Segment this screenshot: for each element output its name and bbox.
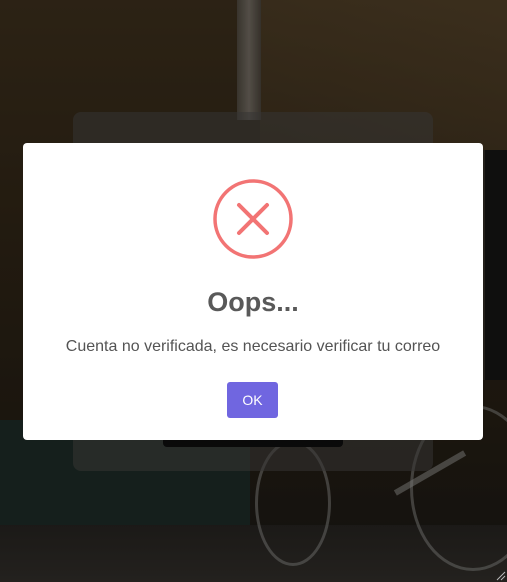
- dialog-title: Oops...: [207, 287, 299, 317]
- resize-grip-icon[interactable]: [496, 571, 506, 581]
- dialog-message: Cuenta no verificada, es necesario verif…: [65, 338, 441, 355]
- error-dialog: Oops... Cuenta no verificada, es necesar…: [23, 143, 483, 440]
- ok-button[interactable]: OK: [227, 382, 278, 418]
- error-x-icon: [213, 179, 293, 259]
